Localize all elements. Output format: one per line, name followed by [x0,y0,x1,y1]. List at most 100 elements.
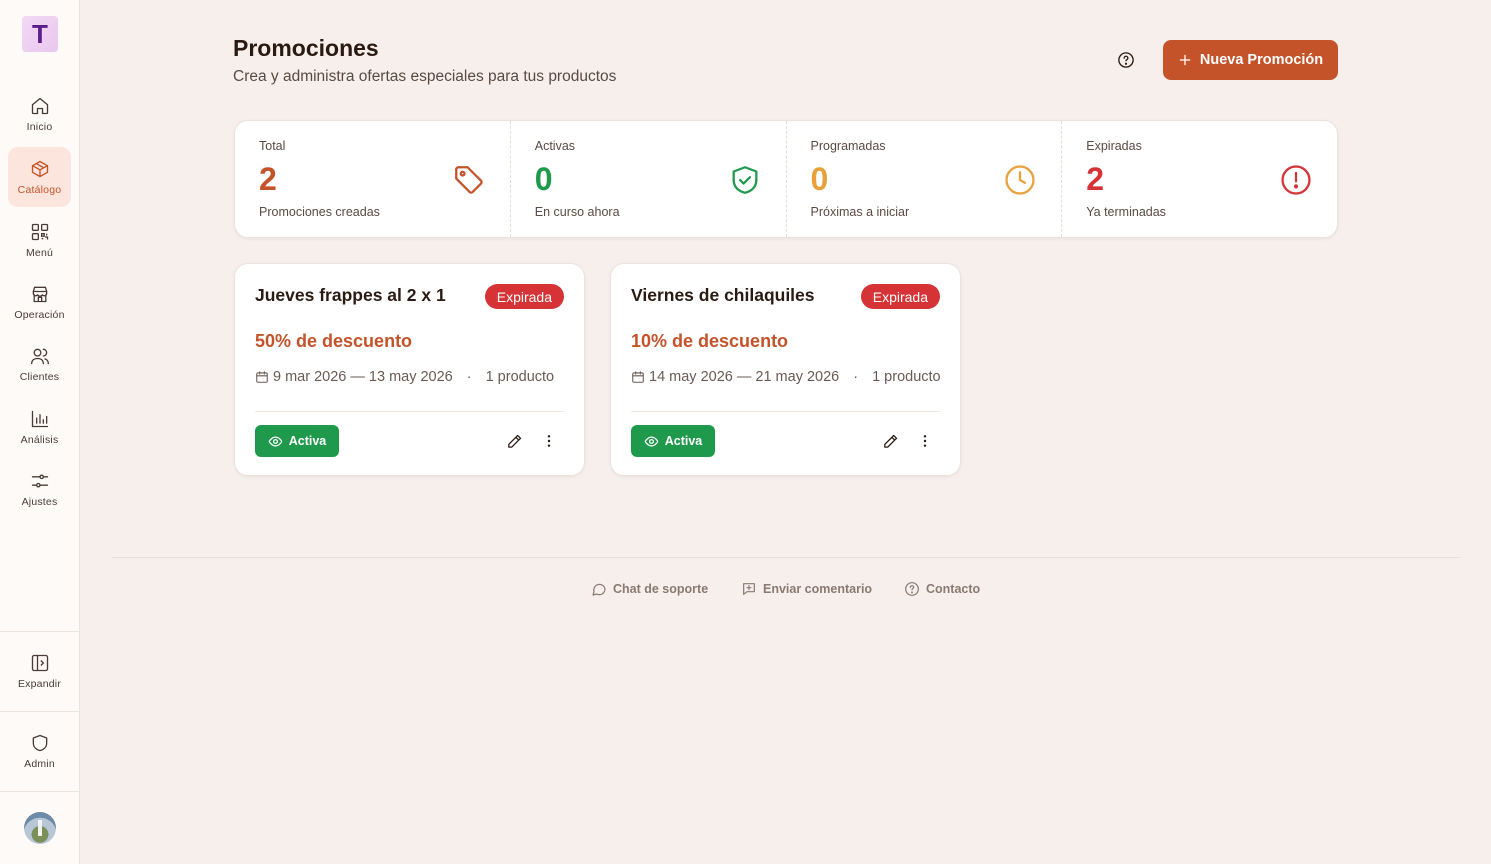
stat-programadas: Programadas 0 Próximas a iniciar [787,121,1063,237]
pencil-icon [883,434,897,448]
sidebar: T Inicio Catálogo Menú Operación Cliente… [0,0,80,864]
feedback-label: Enviar comentario [763,582,873,596]
promotion-meta: 14 may 2026 — 21 may 2026 · 1 producto [631,369,941,385]
help-circle-icon [1118,52,1134,68]
sidebar-divider [0,711,79,712]
pencil-icon [507,434,521,448]
active-toggle-button[interactable]: Activa [255,425,339,457]
box-icon [31,160,48,177]
more-vertical-icon [547,435,551,447]
user-avatar[interactable] [24,812,56,844]
calendar-icon [632,371,644,383]
help-button[interactable] [1114,48,1138,72]
promotion-dates: 9 mar 2026 — 13 may 2026 [273,369,453,385]
chat-bubble-icon [592,583,606,596]
sidebar-item-label: Clientes [19,370,60,383]
new-promotion-button[interactable]: Nueva Promoción [1163,40,1338,80]
meta-separator: · [853,369,859,385]
sidebar-item-label: Operación [14,308,65,321]
stat-label: Programadas [810,139,886,153]
promotion-discount: 10% de descuento [631,331,789,351]
contact-link[interactable]: Contacto [904,581,980,597]
more-vertical-icon [923,435,927,447]
app-logo[interactable]: T [22,16,58,52]
sliders-icon [31,474,48,487]
edit-button[interactable] [503,430,525,452]
plus-icon [1179,54,1191,66]
support-chat-link[interactable]: Chat de soporte [591,581,708,597]
page-subtitle: Crea y administra ofertas especiales par… [233,68,617,85]
sidebar-item-label: Expandir [17,677,62,690]
shield-check-icon [732,166,757,194]
sidebar-divider [0,631,79,632]
sidebar-item-catalogo[interactable]: Catálogo [8,147,71,207]
stat-activas: Activas 0 En curso ahora [511,121,787,237]
promotion-products: 1 producto [872,369,941,385]
footer-divider [112,557,1460,558]
promotion-card[interactable]: Jueves frappes al 2 x 1 Expirada 50% de … [234,263,585,476]
stat-expiradas: Expiradas 2 Ya terminadas [1062,121,1337,237]
stat-desc: En curso ahora [534,205,620,219]
card-divider [631,411,940,412]
active-toggle-button[interactable]: Activa [631,425,715,457]
promotion-dates: 14 may 2026 — 21 may 2026 [649,369,840,385]
stat-label: Activas [534,139,576,153]
feedback-link[interactable]: Enviar comentario [741,581,872,597]
promotion-products: 1 producto [485,369,555,385]
stat-total: Total 2 Promociones creadas [235,121,511,237]
sidebar-item-analisis[interactable]: Análisis [8,397,71,457]
calendar-icon [256,371,268,383]
edit-button[interactable] [879,430,901,452]
stat-label: Total [259,139,286,153]
stats-panel: Total 2 Promociones creadas Activas 0 En… [234,120,1338,238]
promotion-title: Jueves frappes al 2 x 1 [255,285,446,305]
promotion-card[interactable]: Viernes de chilaquiles Expirada 10% de d… [610,263,961,476]
sidebar-item-label: Catálogo [17,183,62,196]
sidebar-item-ajustes[interactable]: Ajustes [8,459,71,519]
sidebar-item-label: Ajustes [21,495,58,508]
sidebar-divider [0,791,79,792]
sidebar-item-menu[interactable]: Menú [8,210,71,270]
card-divider [255,411,564,412]
alert-circle-icon [1281,165,1311,195]
sidebar-expand-button[interactable]: Expandir [8,641,71,701]
home-icon [31,97,48,114]
tag-icon [454,166,483,194]
stat-desc: Próximas a iniciar [810,205,910,219]
sidebar-item-inicio[interactable]: Inicio [8,84,71,144]
active-label: Activa [288,434,327,448]
stat-value: 0 [810,161,829,197]
contact-label: Contacto [926,582,981,596]
stat-value: 0 [534,161,553,197]
eye-icon [644,435,659,447]
shield-icon [32,734,47,751]
users-icon [30,348,49,364]
status-badge: Expirada [484,284,564,309]
stat-desc: Promociones creadas [259,205,380,219]
clock-icon [1005,165,1035,195]
sidebar-item-label: Análisis [20,433,59,446]
eye-icon [268,435,283,447]
more-options-button[interactable] [538,430,560,452]
more-options-button[interactable] [914,430,936,452]
panel-expand-icon [31,654,48,671]
active-label: Activa [664,434,703,448]
status-badge: Expirada [860,284,940,309]
stat-desc: Ya terminadas [1086,205,1166,219]
bar-chart-icon [31,410,48,427]
meta-separator: · [466,369,472,385]
sidebar-item-label: Menú [25,246,54,259]
store-icon [32,286,47,302]
page-title: Promociones [233,35,379,61]
sidebar-item-admin[interactable]: Admin [8,721,71,781]
stat-value: 2 [259,161,277,197]
help-circle-icon [905,582,919,596]
promotion-meta: 9 mar 2026 — 13 may 2026 · 1 producto [255,369,554,385]
qr-icon [31,223,48,240]
new-promotion-label: Nueva Promoción [1199,52,1324,68]
sidebar-item-operacion[interactable]: Operación [8,272,71,332]
sidebar-item-label: Admin [24,757,55,770]
promotion-discount: 50% de descuento [255,331,413,351]
sidebar-item-clientes[interactable]: Clientes [8,334,71,394]
promotion-title: Viernes de chilaquiles [631,285,815,305]
